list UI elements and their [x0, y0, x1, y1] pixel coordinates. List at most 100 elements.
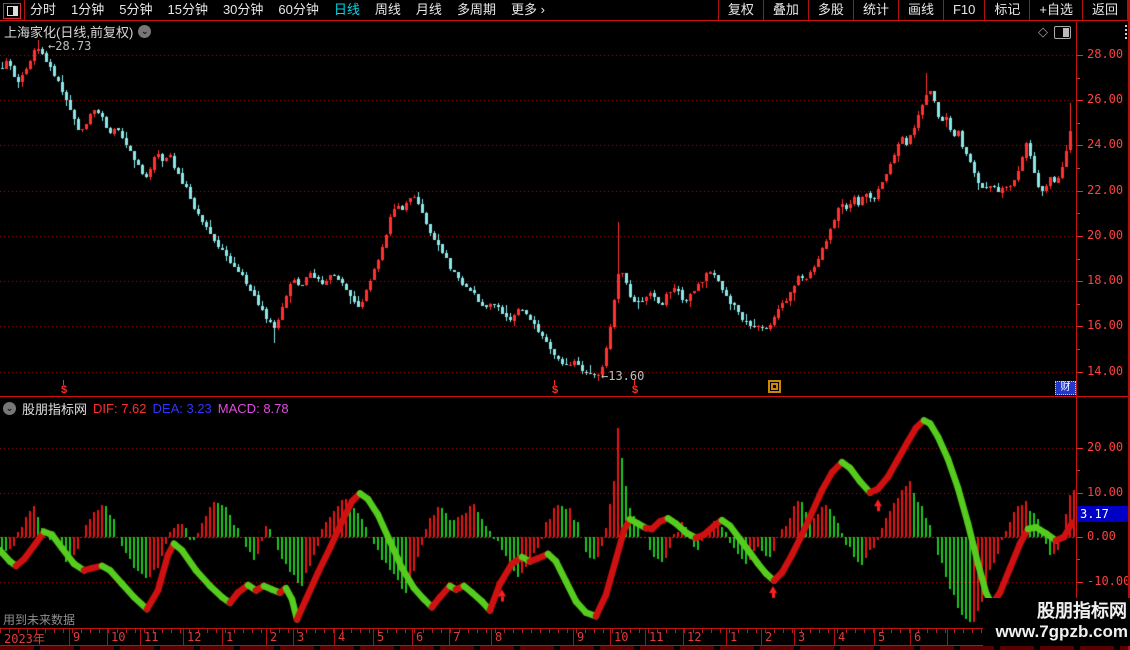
- price-tick: [1077, 55, 1083, 56]
- price-tick: [1077, 236, 1083, 237]
- window-layout-icon[interactable]: [3, 3, 21, 19]
- watermark-url: www.7gpzb.com: [995, 622, 1128, 641]
- price-tick: [1077, 281, 1083, 282]
- price-tick: [1077, 191, 1083, 192]
- timeline-label[interactable]: 2: [270, 630, 277, 644]
- price-tick-label: 16.00: [1087, 318, 1124, 332]
- menu-item-0[interactable]: 分时: [30, 0, 56, 20]
- timeline-label[interactable]: 9: [577, 630, 584, 644]
- tool-item-7[interactable]: +自选: [1029, 0, 1082, 20]
- menu-separator: [24, 0, 25, 20]
- macd-plot[interactable]: [0, 397, 1076, 628]
- tool-item-5[interactable]: F10: [942, 0, 984, 20]
- timeline-label[interactable]: 6: [914, 630, 921, 644]
- page-title: 上海家化(日线,前复权): [4, 24, 134, 40]
- timeline-divider: [222, 629, 223, 645]
- menu-item-4[interactable]: 30分钟: [223, 0, 263, 20]
- trading-app-window: 分时 1分钟 5分钟 15分钟 30分钟 60分钟 日线 周线 月线 多周期 更多 › 复权 叠加 多股…: [0, 0, 1130, 650]
- price-tick-label: 24.00: [1087, 137, 1124, 151]
- scrollbar-thumb[interactable]: [1125, 25, 1129, 39]
- sell-marker: $: [549, 380, 561, 396]
- timeline-label[interactable]: 8: [495, 630, 502, 644]
- macd-tick: [1077, 448, 1083, 449]
- timeline-label[interactable]: 11: [649, 630, 663, 644]
- menu-item-9[interactable]: 多周期: [457, 0, 496, 20]
- timeline-label[interactable]: 3: [297, 630, 304, 644]
- timeline-divider: [412, 629, 413, 645]
- price-tick-label: 18.00: [1087, 273, 1124, 287]
- timeline-divider: [183, 629, 184, 645]
- macd-value: MACD: 8.78: [217, 401, 289, 416]
- top-menubar: 分时 1分钟 5分钟 15分钟 30分钟 60分钟 日线 周线 月线 多周期 更多 › 复权 叠加 多股…: [0, 0, 1128, 21]
- timeline-label[interactable]: 9: [73, 630, 80, 644]
- period-menu: 分时 1分钟 5分钟 15分钟 30分钟 60分钟 日线 周线 月线 多周期 更多 ›: [30, 0, 545, 20]
- tool-item-0[interactable]: 复权: [717, 0, 763, 20]
- candlestick-plot[interactable]: [0, 40, 1076, 396]
- watermark-brand: 股朋指标网: [1037, 601, 1127, 621]
- timeline-divider: [834, 629, 835, 645]
- diamond-icon[interactable]: ◇: [1038, 24, 1048, 40]
- timeline-label[interactable]: 10: [614, 630, 628, 644]
- timeline-label[interactable]: 4: [838, 630, 845, 644]
- timeline-label[interactable]: 11: [144, 630, 158, 644]
- high-annotation: ←28.73: [48, 39, 92, 53]
- macd-tick: [1077, 470, 1080, 471]
- menu-item-5[interactable]: 60分钟: [278, 0, 318, 20]
- timeline-divider: [910, 629, 911, 645]
- current-value-tag: 3.17: [1077, 506, 1130, 522]
- dif-value: DIF: 7.62: [93, 401, 147, 416]
- panel-split-icon[interactable]: [1054, 25, 1071, 39]
- chevron-down-icon[interactable]: ⌄: [138, 24, 152, 38]
- timeline-divider: [726, 629, 727, 645]
- timeline-divider: [573, 629, 574, 645]
- timeline-label[interactable]: 12: [187, 630, 201, 644]
- macd-tick: [1077, 559, 1080, 560]
- menu-item-8[interactable]: 月线: [416, 0, 442, 20]
- macd-tick: [1077, 582, 1083, 583]
- price-tick: [1077, 259, 1080, 260]
- tool-item-6[interactable]: 标记: [984, 0, 1029, 20]
- menu-item-6[interactable]: 日线: [334, 0, 360, 20]
- watermark: 股朋指标网 www.7gpzb.com: [983, 598, 1130, 646]
- timeline-divider: [794, 629, 795, 645]
- price-tick: [1077, 78, 1080, 79]
- timeline-label[interactable]: 7: [453, 630, 460, 644]
- finance-tag[interactable]: 财: [1055, 381, 1076, 395]
- timeline-label[interactable]: 5: [377, 630, 384, 644]
- timeline-label[interactable]: 5: [878, 630, 885, 644]
- menu-item-7[interactable]: 周线: [375, 0, 401, 20]
- price-tick-label: 26.00: [1087, 92, 1124, 106]
- timeline-label[interactable]: 6: [416, 630, 423, 644]
- timeline-divider: [491, 629, 492, 645]
- timeline-label[interactable]: 1: [226, 630, 233, 644]
- timeline-label[interactable]: 2: [765, 630, 772, 644]
- sell-marker: $: [58, 380, 70, 396]
- tool-item-8[interactable]: 返回: [1081, 0, 1128, 20]
- chart-titlebar: 上海家化(日线,前复权) ⌄: [4, 23, 152, 40]
- indicator-name[interactable]: 股朋指标网: [22, 399, 87, 418]
- menu-item-3[interactable]: 15分钟: [167, 0, 207, 20]
- timeline-label[interactable]: 12: [687, 630, 701, 644]
- tool-item-2[interactable]: 多股: [807, 0, 853, 20]
- tool-item-4[interactable]: 画线: [897, 0, 943, 20]
- menu-item-1[interactable]: 1分钟: [71, 0, 104, 20]
- chevron-down-icon[interactable]: ⌄: [3, 402, 16, 415]
- timeline-label[interactable]: 3: [798, 630, 805, 644]
- menu-item-10[interactable]: 更多 ›: [511, 0, 545, 20]
- timeline-divider: [874, 629, 875, 645]
- price-tick: [1077, 168, 1080, 169]
- price-tick: [1077, 372, 1083, 373]
- timeline-divider: [334, 629, 335, 645]
- timeline-divider: [449, 629, 450, 645]
- timeline-label[interactable]: 4: [338, 630, 345, 644]
- menu-item-2[interactable]: 5分钟: [119, 0, 152, 20]
- timeline-label[interactable]: 10: [111, 630, 125, 644]
- indicator-header: ⌄ 股朋指标网 DIF: 7.62 DEA: 3.23 MACD: 8.78: [3, 399, 289, 418]
- timeline-label[interactable]: 1: [730, 630, 737, 644]
- timeline-divider: [69, 629, 70, 645]
- tool-item-3[interactable]: 统计: [852, 0, 898, 20]
- price-tick: [1077, 123, 1080, 124]
- sell-marker: $: [629, 380, 641, 396]
- dea-value: DEA: 3.23: [152, 401, 212, 416]
- tool-item-1[interactable]: 叠加: [762, 0, 808, 20]
